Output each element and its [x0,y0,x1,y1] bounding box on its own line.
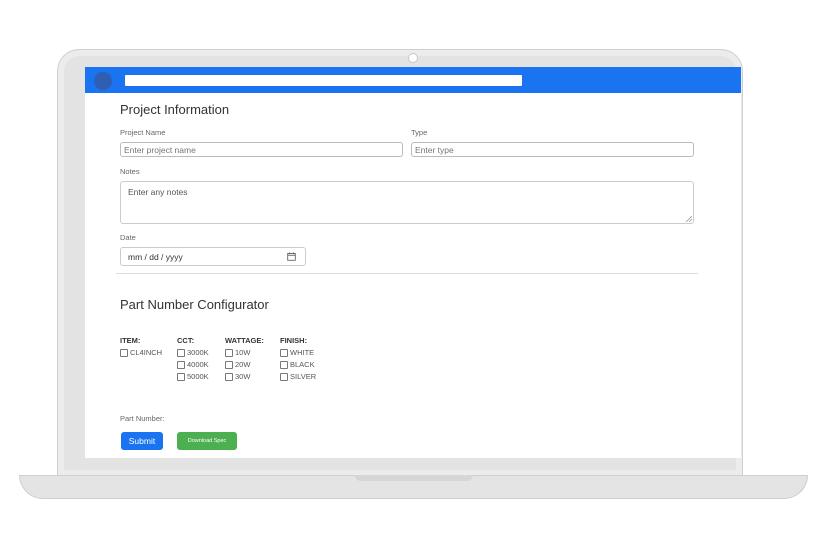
section-divider [116,273,698,274]
checkbox[interactable] [120,348,128,357]
app-bar [85,67,741,93]
part-number-label: Part Number: [120,414,165,423]
screen: Project Information Project Name Type No… [85,67,741,458]
checkbox[interactable] [280,360,288,369]
option-cl4inch[interactable]: CL4INCH [120,348,162,357]
option-5000k[interactable]: 5000K [177,372,209,381]
checkbox[interactable] [177,372,185,381]
date-placeholder: mm / dd / yyyy [128,252,183,262]
checkbox[interactable] [177,348,185,357]
project-name-label: Project Name [120,128,166,137]
notes-label: Notes [120,167,140,176]
type-label: Type [411,128,428,137]
option-3000k[interactable]: 3000K [177,348,209,357]
notes-textarea[interactable]: Enter any notes [120,181,694,224]
option-10w[interactable]: 10W [225,348,250,357]
title-bar-placeholder [125,75,522,86]
laptop-notch [355,475,473,481]
checkbox[interactable] [280,372,288,381]
checkbox[interactable] [225,348,233,357]
resize-grip-icon[interactable] [685,215,692,222]
option-4000k[interactable]: 4000K [177,360,209,369]
submit-button[interactable]: Submit [121,432,163,450]
option-30w[interactable]: 30W [225,372,250,381]
project-info-title: Project Information [120,102,230,117]
date-input[interactable]: mm / dd / yyyy [120,247,306,266]
notes-placeholder: Enter any notes [128,187,188,197]
checkbox[interactable] [225,372,233,381]
option-20w[interactable]: 20W [225,360,250,369]
wattage-header: WATTAGE: [225,336,264,345]
cct-header: CCT: [177,336,195,345]
type-input[interactable] [411,142,694,157]
option-black[interactable]: BLACK [280,360,315,369]
option-white[interactable]: WHITE [280,348,314,357]
avatar[interactable] [94,72,112,90]
option-silver[interactable]: SILVER [280,372,316,381]
calendar-icon[interactable] [287,252,296,261]
item-header: ITEM: [120,336,141,345]
date-label: Date [120,233,136,242]
project-name-input[interactable] [120,142,403,157]
camera-icon [408,53,418,63]
checkbox[interactable] [177,360,185,369]
configurator-title: Part Number Configurator [120,297,269,312]
download-spec-button[interactable]: Download Spec [177,432,237,450]
finish-header: FINISH: [280,336,308,345]
checkbox[interactable] [225,360,233,369]
checkbox[interactable] [280,348,288,357]
